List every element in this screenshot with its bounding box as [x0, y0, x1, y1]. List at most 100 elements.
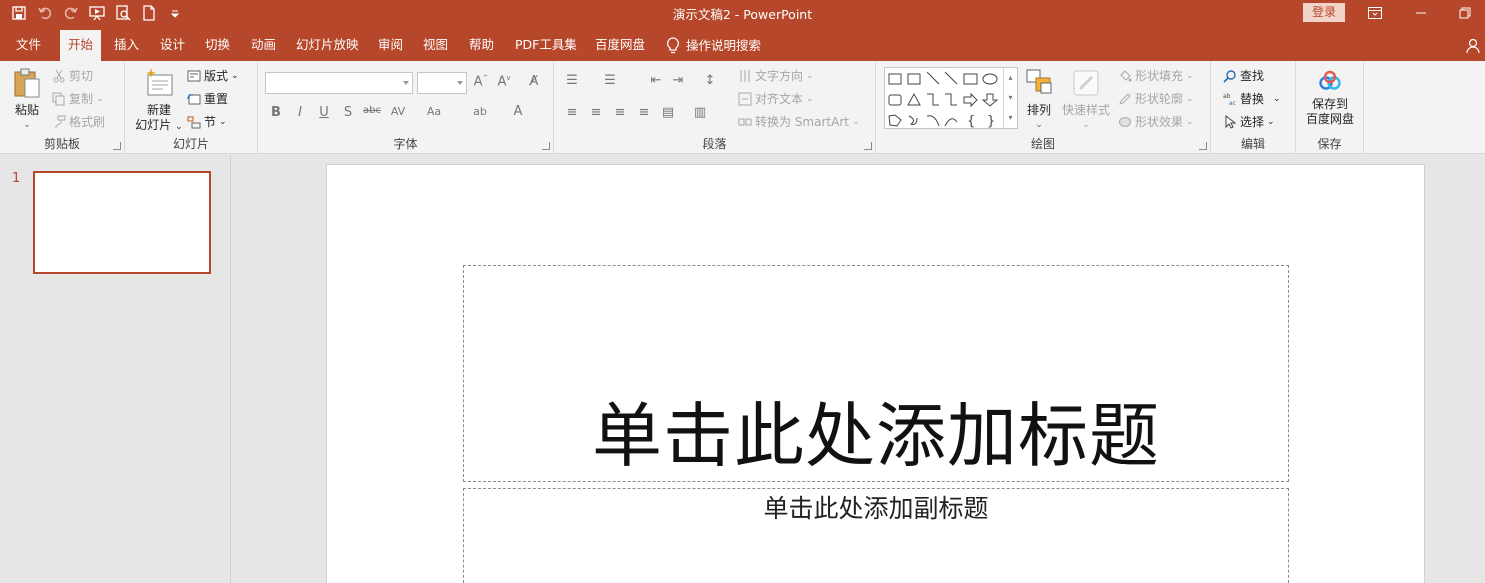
subtitle-placeholder[interactable]: 单击此处添加副标题 [463, 488, 1289, 583]
new-slide-button[interactable]: 新建 幻灯片 ⌄ [133, 67, 185, 135]
font-dialog-launcher-icon[interactable] [542, 142, 550, 150]
decrease-font-size-icon[interactable]: Av [494, 74, 514, 89]
columns-icon[interactable]: ▥ [690, 105, 710, 120]
slides-group-label: 幻灯片 [172, 137, 209, 151]
paste-button[interactable]: 粘贴 ⌄ [8, 67, 46, 133]
save-to-baidu-button[interactable]: 保存到 百度网盘 [1300, 69, 1360, 127]
slide-thumbnail[interactable] [33, 171, 211, 274]
highlight-icon[interactable]: ab [470, 105, 490, 118]
increase-font-size-icon[interactable]: A^ [471, 74, 491, 89]
paragraph-dialog-launcher-icon[interactable] [864, 142, 872, 150]
select-button[interactable]: 选择 ⌄ [1223, 113, 1275, 130]
restore-icon[interactable] [1442, 0, 1485, 26]
drawing-dialog-launcher-icon[interactable] [1199, 142, 1207, 150]
copy-dropdown-icon[interactable]: ⌄ [96, 94, 104, 104]
format-painter-button[interactable]: 格式刷 [52, 113, 105, 130]
tab-help[interactable]: 帮助 [461, 30, 502, 61]
save-icon[interactable] [6, 2, 32, 24]
change-case-icon[interactable]: Aa [424, 105, 444, 118]
shape-fill-label: 形状填充 [1135, 69, 1184, 83]
baidu-netdisk-icon [1319, 70, 1341, 90]
align-center-icon[interactable]: ≡ [586, 105, 606, 120]
redo-icon[interactable] [58, 2, 84, 24]
cut-label: 剪切 [69, 69, 94, 83]
shape-effects-button[interactable]: 形状效果 ⌄ [1118, 113, 1194, 130]
arrange-label: 排列 [1026, 103, 1051, 117]
scissors-icon [52, 69, 66, 83]
clipboard-dialog-launcher-icon[interactable] [113, 142, 121, 150]
section-icon [187, 115, 201, 129]
print-preview-icon[interactable] [110, 2, 136, 24]
text-direction-label: 文字方向 [755, 69, 804, 83]
decrease-indent-icon[interactable]: ⇤ [646, 73, 666, 88]
increase-indent-icon[interactable]: ⇥ [668, 73, 688, 88]
strikethrough-icon[interactable]: abc [362, 105, 382, 116]
quick-styles-button[interactable]: 快速样式 ⌄ [1060, 67, 1112, 133]
convert-smartart-button[interactable]: 转换为 SmartArt ⌄ [738, 113, 860, 130]
tab-pdf-tools[interactable]: PDF工具集 [507, 30, 585, 61]
bullets-icon[interactable]: ☰ [562, 73, 582, 88]
text-direction-button[interactable]: 文字方向 ⌄ [738, 67, 814, 84]
align-right-icon[interactable]: ≡ [610, 105, 630, 120]
ribbon-display-options-icon[interactable] [1352, 0, 1398, 26]
shapes-gallery[interactable]: { } ▴ ▾ ▾ [884, 67, 1018, 129]
arrange-button[interactable]: 排列 ⌄ [1022, 67, 1056, 133]
new-slide-label-line1: 新建 [146, 103, 171, 117]
tab-review[interactable]: 审阅 [370, 30, 411, 61]
justify-icon[interactable]: ≡ [634, 105, 654, 120]
underline-icon[interactable]: U [314, 105, 334, 120]
shape-fill-button[interactable]: 形状填充 ⌄ [1118, 67, 1194, 84]
paste-label: 粘贴 [14, 103, 39, 117]
character-spacing-icon[interactable]: AV [388, 105, 408, 118]
gallery-scroll[interactable]: ▴ ▾ ▾ [1003, 68, 1017, 128]
font-name-combo[interactable] [265, 72, 413, 94]
tab-design[interactable]: 设计 [152, 30, 193, 61]
find-button[interactable]: 查找 [1223, 67, 1264, 84]
align-left-icon[interactable]: ≡ [562, 105, 582, 120]
clear-formatting-icon[interactable]: A̸ [524, 74, 544, 89]
title-placeholder[interactable]: 单击此处添加标题 [463, 265, 1289, 482]
reset-icon [187, 92, 201, 106]
customize-qat-icon[interactable] [162, 2, 188, 24]
minimize-icon[interactable] [1398, 0, 1444, 26]
account-icon[interactable] [1466, 38, 1482, 57]
present-from-start-icon[interactable] [84, 2, 110, 24]
paste-dropdown-icon[interactable]: ⌄ [8, 118, 46, 133]
reset-button[interactable]: 重置 [187, 90, 228, 107]
tab-home[interactable]: 开始 [60, 30, 102, 61]
new-slide-icon [146, 68, 173, 96]
copy-button[interactable]: 复制 ⌄ [52, 90, 104, 107]
svg-text:ac: ac [1229, 100, 1236, 106]
tab-baidu-netdisk[interactable]: 百度网盘 [587, 30, 653, 61]
shape-outline-button[interactable]: 形状轮廓 ⌄ [1118, 90, 1194, 107]
drawing-group-label: 绘图 [1030, 137, 1055, 151]
replace-label: 替换 [1240, 92, 1265, 106]
replace-button[interactable]: ab ac 替换 ⌄ [1223, 90, 1281, 107]
tab-file[interactable]: 文件 [8, 30, 49, 61]
tab-transitions[interactable]: 切换 [197, 30, 238, 61]
line-spacing-icon[interactable]: ↕ [700, 73, 720, 88]
bold-icon[interactable]: B [266, 105, 286, 120]
cut-button[interactable]: 剪切 [52, 67, 93, 84]
new-file-icon[interactable] [136, 2, 162, 24]
tell-me-search[interactable]: 操作说明搜索 [666, 30, 761, 61]
tab-view[interactable]: 视图 [415, 30, 456, 61]
tab-slideshow[interactable]: 幻灯片放映 [288, 30, 367, 61]
numbering-icon[interactable]: ☰ [600, 73, 620, 88]
slides-group: 新建 幻灯片 ⌄ 版式 ⌄ 重置 节 ⌄ 幻灯片 [125, 61, 258, 154]
tab-insert[interactable]: 插入 [106, 30, 147, 61]
login-button[interactable]: 登录 [1303, 3, 1345, 22]
font-color-icon[interactable]: A [508, 104, 528, 119]
layout-button[interactable]: 版式 ⌄ [187, 67, 239, 84]
text-shadow-icon[interactable]: S [338, 105, 358, 120]
undo-icon[interactable] [32, 2, 58, 24]
window-title: 演示文稿2 - PowerPoint [672, 7, 813, 22]
tab-animations[interactable]: 动画 [243, 30, 284, 61]
layout-icon [187, 69, 201, 83]
font-size-combo[interactable] [417, 72, 467, 94]
section-button[interactable]: 节 ⌄ [187, 113, 227, 130]
italic-icon[interactable]: I [290, 105, 310, 120]
distribute-icon[interactable]: ▤ [658, 105, 678, 120]
align-text-button[interactable]: 对齐文本 ⌄ [738, 90, 814, 107]
copy-icon [52, 92, 66, 106]
